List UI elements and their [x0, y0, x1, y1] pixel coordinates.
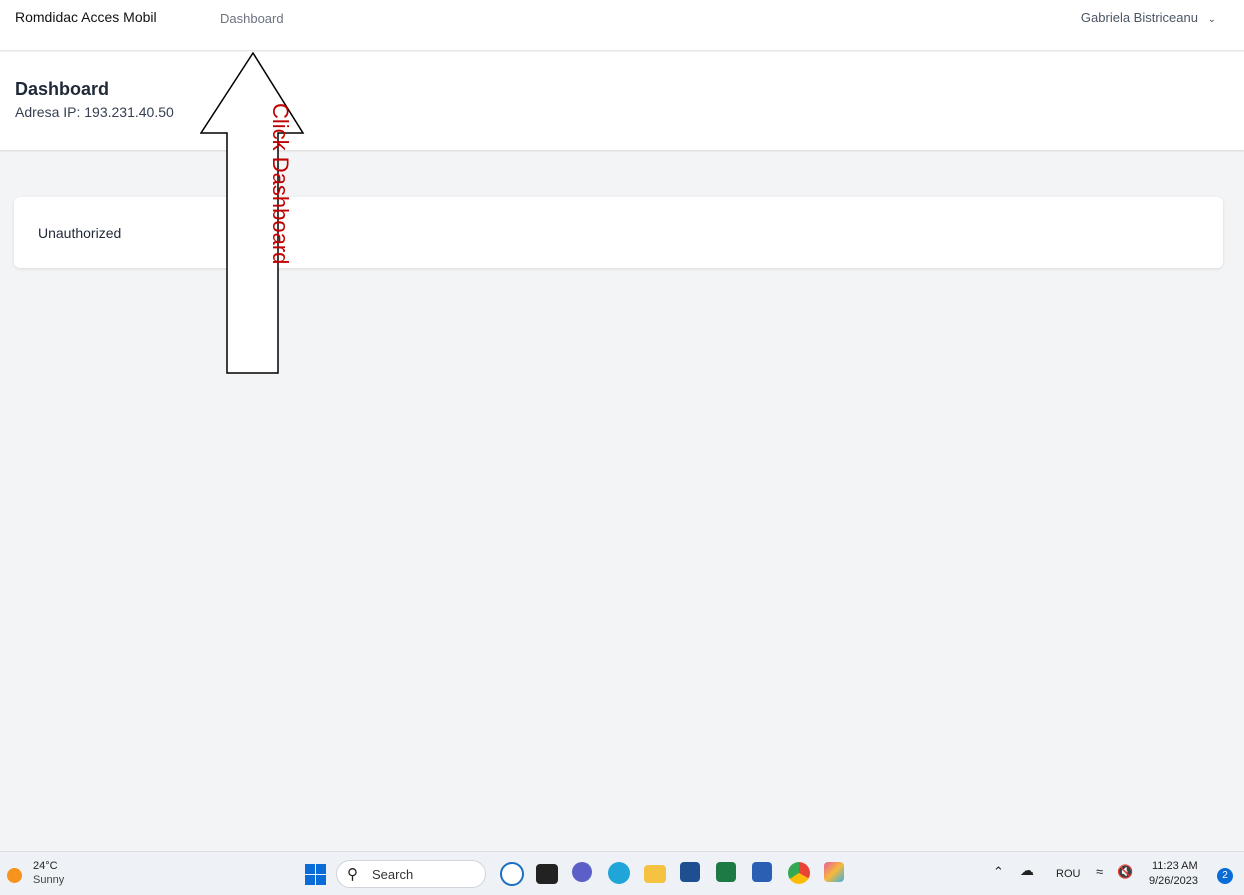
- search-icon: ⚲: [347, 866, 358, 883]
- chevron-up-icon[interactable]: ⌃: [993, 864, 1004, 880]
- meet-icon[interactable]: [572, 862, 592, 882]
- brand-link[interactable]: Romdidac Acces Mobil: [15, 9, 157, 25]
- weather-temperature[interactable]: 24°C: [33, 860, 58, 872]
- unauthorized-message: Unauthorized: [38, 225, 122, 241]
- file-explorer-icon[interactable]: [644, 865, 666, 883]
- chevron-down-icon: ⌄: [1207, 14, 1216, 25]
- search-label: Search: [372, 867, 414, 882]
- excel-icon[interactable]: [716, 862, 736, 882]
- user-name: Gabriela Bistriceanu: [1080, 10, 1198, 25]
- annotation-text: Click Dashboard: [268, 103, 293, 265]
- user-menu[interactable]: Gabriela Bistriceanu ⌄: [1081, 10, 1216, 25]
- notification-badge[interactable]: 2: [1217, 868, 1233, 884]
- onedrive-icon[interactable]: ☁: [1020, 862, 1034, 879]
- wifi-icon[interactable]: ≈: [1096, 864, 1103, 879]
- content-card: Unauthorized: [14, 197, 1223, 268]
- edge-icon[interactable]: [608, 862, 630, 884]
- weather-condition[interactable]: Sunny: [33, 874, 64, 886]
- top-navbar: Romdidac Acces Mobil Dashboard Gabriela …: [0, 0, 1244, 51]
- clock-time[interactable]: 11:23 AM: [1152, 860, 1198, 872]
- store-icon[interactable]: [680, 862, 700, 882]
- page-header: Dashboard Adresa IP: 193.231.40.50: [0, 52, 1244, 150]
- word-icon[interactable]: [752, 862, 772, 882]
- app-icon[interactable]: [536, 864, 558, 884]
- windows-start-icon[interactable]: [303, 862, 327, 886]
- bing-icon[interactable]: [500, 862, 524, 886]
- page-title: Dashboard: [15, 79, 110, 99]
- ip-address: Adresa IP: 193.231.40.50: [15, 104, 174, 120]
- nav-dashboard-link[interactable]: Dashboard: [220, 11, 284, 26]
- sun-icon[interactable]: [7, 868, 22, 883]
- language-indicator[interactable]: ROU: [1056, 868, 1080, 880]
- photos-icon[interactable]: [824, 862, 844, 882]
- taskbar-search[interactable]: ⚲ Search: [336, 860, 486, 888]
- chrome-icon[interactable]: [788, 862, 810, 884]
- taskbar: 24°C Sunny ⚲ Search ⌃ ☁ ROU ≈ 🔇 11:23 AM…: [0, 851, 1244, 895]
- volume-mute-icon[interactable]: 🔇: [1117, 864, 1133, 880]
- clock-date[interactable]: 9/26/2023: [1149, 875, 1198, 887]
